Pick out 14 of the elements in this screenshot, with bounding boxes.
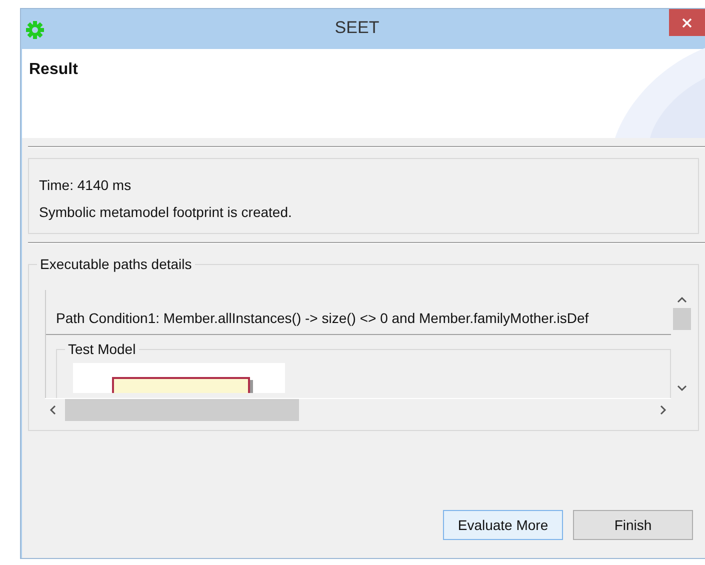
path-condition: Path Condition1: Member.allInstances() -> size() <> 0 and Member.familyMother.isDef — [46, 290, 671, 335]
status-message: Time: 4140 ms — [39, 177, 132, 194]
group-legend: Executable paths details — [37, 256, 195, 272]
scroll-thumb[interactable] — [673, 308, 691, 330]
status-message: Symbolic metamodel footprint is created. — [39, 204, 293, 221]
page-title: Result — [29, 61, 78, 79]
group-legend: Test Model — [65, 341, 139, 357]
scroll-thumb[interactable] — [65, 398, 299, 420]
close-button[interactable] — [669, 9, 705, 36]
finish-button[interactable]: Finish — [573, 510, 693, 540]
close-icon[interactable] — [681, 16, 693, 28]
gear-icon — [25, 20, 45, 40]
action-button[interactable]: Evaluate More — [443, 510, 563, 540]
window-title: SEET — [334, 18, 380, 38]
